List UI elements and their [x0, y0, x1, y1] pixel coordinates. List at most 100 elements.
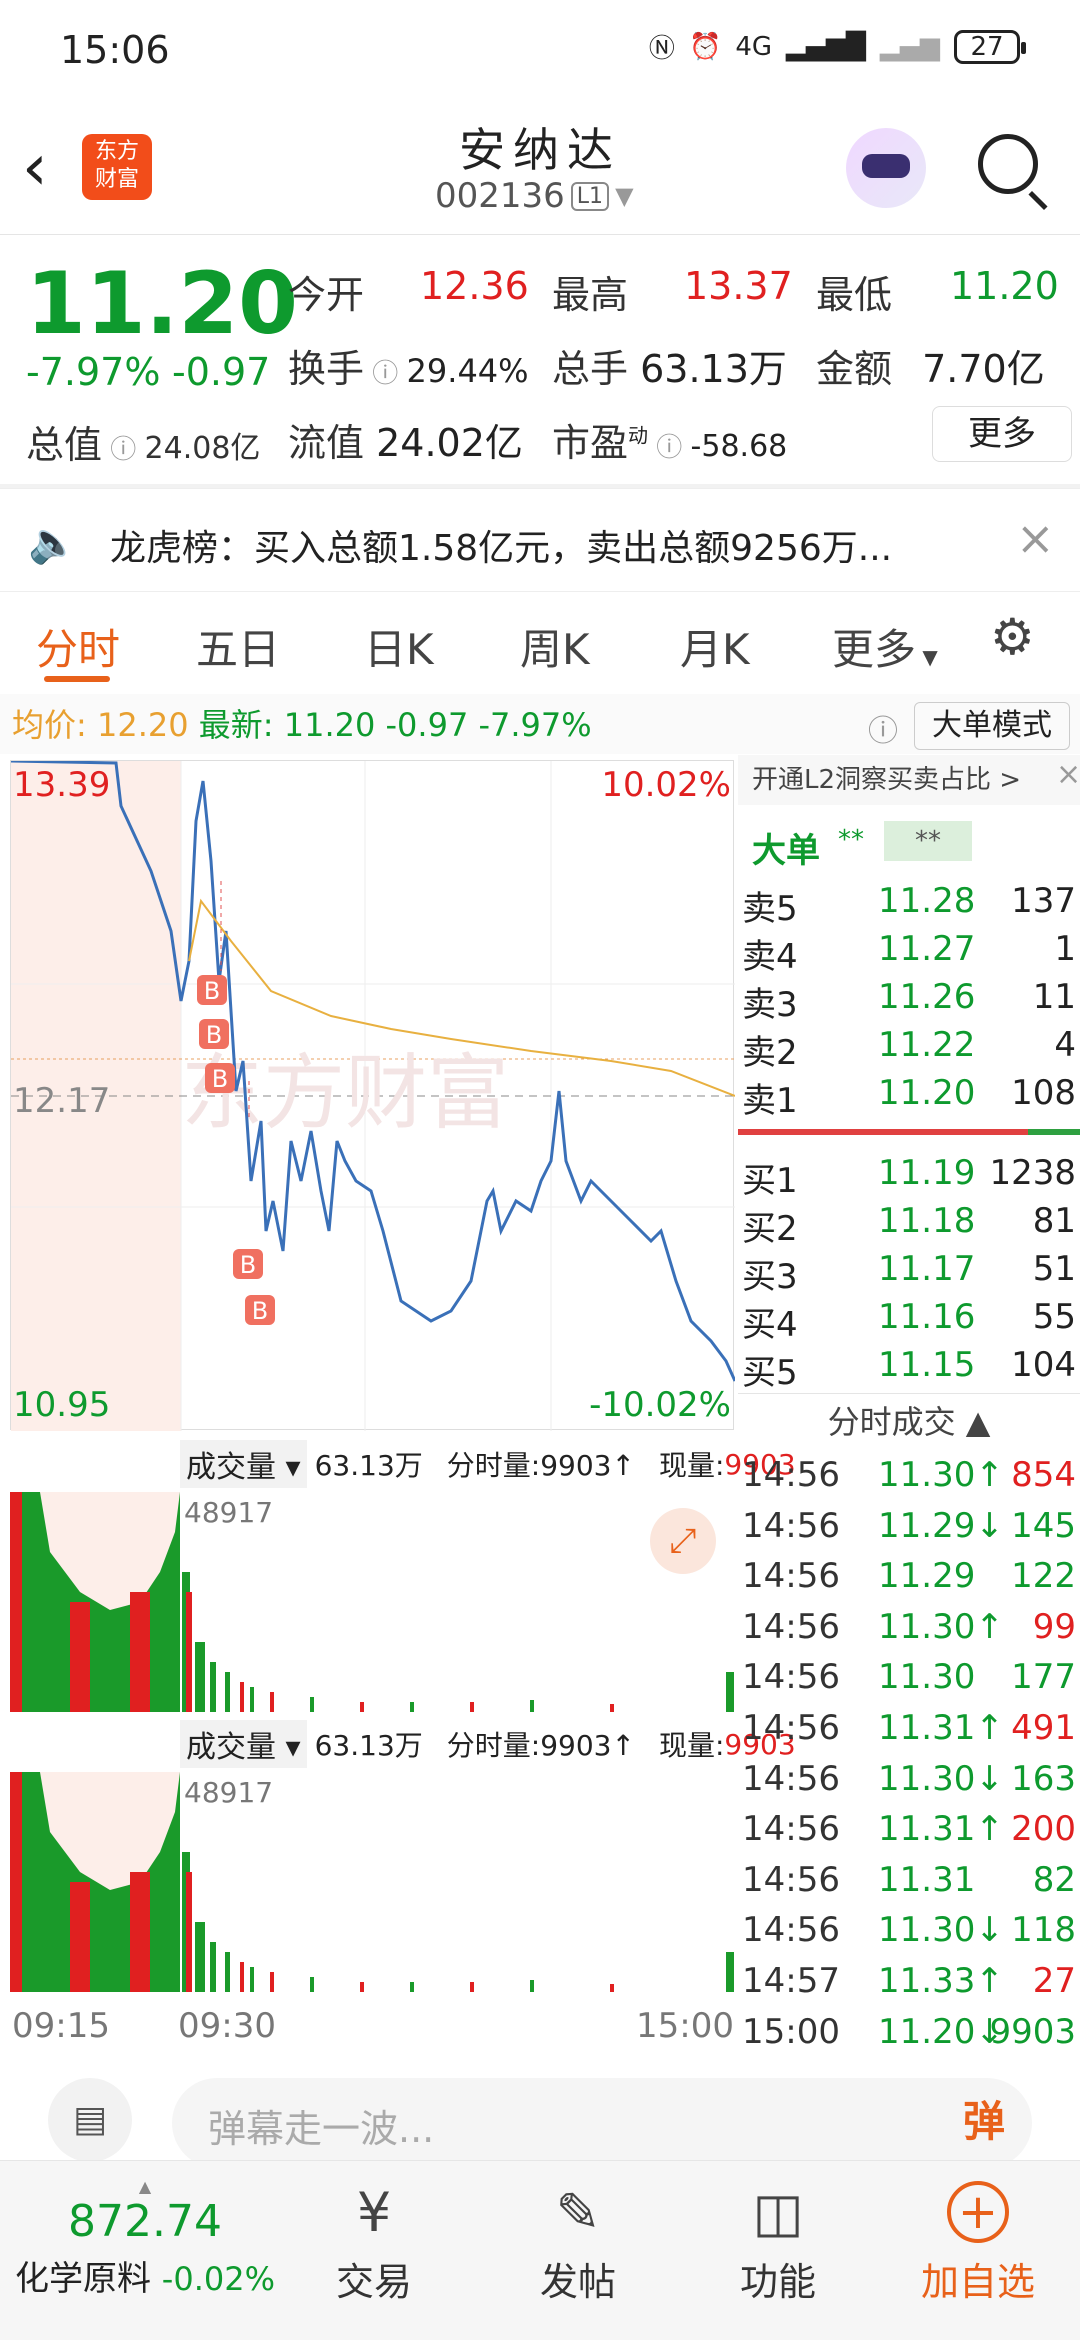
more-button[interactable]: 更多: [932, 406, 1072, 462]
stock-code-selector[interactable]: 002136 L1 ▼: [435, 176, 634, 216]
trade-time: 14:56: [742, 1910, 840, 1951]
svg-text:B: B: [252, 1297, 268, 1325]
volume-total: 63.13万: [314, 1449, 423, 1482]
svg-text:B: B: [212, 1065, 228, 1093]
trade-volume: 27: [1032, 1961, 1076, 2001]
volume-now-label: 现量:: [658, 1729, 725, 1762]
index-widget[interactable]: ▲ 872.74 化学原料 -0.02%: [0, 2177, 290, 2300]
ask-row-5: 卖5 11.28 137: [742, 881, 1076, 929]
trade-time: 14:56: [742, 1708, 840, 1748]
ask-row-2: 卖2 11.22 4: [742, 1025, 1076, 1073]
trade-volume: 854: [1011, 1455, 1076, 1495]
volume-now-label: 现量:: [658, 1449, 725, 1482]
tab-month-k[interactable]: 月K: [680, 616, 750, 677]
buy-marker[interactable]: B: [205, 1063, 235, 1093]
bottom-nav: ▲ 872.74 化学原料 -0.02% ¥ 交易 ✎ 发帖 ◫ 功能 + 加自…: [0, 2160, 1080, 2340]
bid-row-4: 买4 11.16 55: [742, 1297, 1076, 1345]
trade-row: 14:56 11.29 122: [738, 1556, 1080, 1606]
volume-value: 63.13万: [640, 347, 787, 391]
bid-row-2: 买2 11.18 81: [742, 1201, 1076, 1249]
trade-volume: 9903: [989, 2011, 1076, 2052]
caret-up-icon: ▲: [138, 2177, 152, 2196]
nav-post[interactable]: ✎ 发帖: [508, 2181, 648, 2306]
search-icon[interactable]: [978, 134, 1048, 211]
tab-more[interactable]: 更多 ▼: [832, 616, 938, 677]
big-order-label: 大单: [752, 831, 820, 871]
volume-chart[interactable]: 48917 ⤢: [10, 1492, 734, 1712]
info-icon[interactable]: ⓘ: [648, 433, 691, 463]
banner-text: 龙虎榜：买入总额1.58亿元，卖出总额9256万...: [110, 528, 893, 569]
alarm-icon: ⏰: [688, 31, 722, 62]
latest-value: 11.20: [283, 706, 376, 744]
plus-circle-icon: +: [947, 2181, 1009, 2243]
amount-label: 金额: [816, 347, 893, 391]
nav-add-watchlist[interactable]: + 加自选: [908, 2181, 1048, 2306]
buy-marker[interactable]: B: [233, 1249, 263, 1279]
price-chart-svg: 东方财富 B B B B B: [10, 759, 737, 1431]
nav-function[interactable]: ◫ 功能: [708, 2181, 848, 2306]
status-icons: Ⓝ ⏰ 4G ▂▄▆█ ▂▄▆ 27: [649, 28, 1026, 65]
volume-peak: 48917: [184, 1776, 274, 1809]
trade-row: 14:57 11.33↑ 27: [738, 1961, 1080, 2011]
expand-icon[interactable]: ⤢: [650, 1508, 716, 1574]
robot-assistant-icon[interactable]: [846, 128, 926, 208]
tab-day-k[interactable]: 日K: [364, 616, 434, 677]
latest-pct: -7.97%: [478, 706, 592, 744]
volume-indicator-selector[interactable]: 成交量 ▾: [180, 1440, 307, 1488]
last-price: 11.20: [26, 254, 299, 354]
trade-price: 11.29↓: [878, 1505, 1004, 1546]
float-label: 流值: [288, 421, 365, 465]
big-order-value-1: **: [838, 825, 864, 855]
edit-icon: ✎: [555, 2181, 601, 2244]
tab-intraday[interactable]: 分时: [36, 616, 120, 677]
trade-time: 14:56: [742, 1505, 840, 1546]
trade-row: 14:56 11.31 82: [738, 1860, 1080, 1910]
volume-chart-2[interactable]: 48917: [10, 1772, 734, 1992]
high-label: 最高: [552, 273, 629, 317]
trade-volume: 145: [1011, 1505, 1076, 1546]
change-pct: -7.97%: [26, 350, 161, 394]
close-icon[interactable]: ×: [1056, 757, 1080, 792]
nav-trade[interactable]: ¥ 交易: [304, 2181, 444, 2306]
trade-volume: 82: [1032, 1859, 1076, 1900]
bid-row-3: 买3 11.17 51: [742, 1249, 1076, 1297]
speaker-icon: 🔈: [28, 520, 78, 566]
danmu-button[interactable]: 弹: [948, 2086, 1020, 2158]
trade-time: 15:00: [742, 2011, 840, 2052]
mktcap-value: 24.08亿: [144, 431, 261, 466]
divider: [0, 234, 1080, 235]
svg-text:B: B: [204, 977, 220, 1005]
trade-volume: 177: [1011, 1657, 1076, 1698]
trades-header[interactable]: 分时成交 ▲: [738, 1395, 1080, 1449]
price-bot-label: 10.95: [13, 1385, 111, 1425]
big-order-mode-button[interactable]: 大单模式: [914, 702, 1070, 750]
l2-promo[interactable]: 开通L2洞察买卖占比 >: [738, 755, 1080, 805]
latest-label: 最新:: [198, 706, 274, 744]
chevron-down-icon: ▼: [615, 182, 634, 210]
settings-icon[interactable]: ⚙: [990, 608, 1035, 666]
danmu-input[interactable]: 弹幕走一波...: [172, 2078, 1032, 2168]
chevron-down-icon: ▼: [916, 645, 938, 669]
info-icon[interactable]: ⓘ: [102, 435, 145, 465]
info-icon[interactable]: ⓘ: [364, 359, 407, 389]
comment-list-icon[interactable]: ▤: [48, 2078, 132, 2162]
intraday-chart[interactable]: 东方财富 B B B B B 13.39 12.17 10.95 10.02% …: [10, 759, 737, 1431]
trade-price: 11.30↑: [878, 1606, 1004, 1647]
help-icon[interactable]: ⓘ: [868, 706, 898, 750]
trade-volume: 163: [1011, 1758, 1076, 1799]
dragon-tiger-banner[interactable]: 🔈 龙虎榜：买入总额1.58亿元，卖出总额9256万... ×: [0, 488, 1080, 592]
volume-header-2: 成交量 ▾ 63.13万 分时量:9903↑ 现量: 9903: [180, 1720, 796, 1768]
volume-indicator-selector-2[interactable]: 成交量 ▾: [180, 1720, 307, 1768]
close-icon[interactable]: ×: [1016, 511, 1055, 565]
trade-price: 11.30↑: [878, 1455, 1004, 1495]
buy-marker[interactable]: B: [199, 1019, 229, 1049]
tab-5day[interactable]: 五日: [196, 616, 280, 677]
pe-sup: 动: [628, 423, 649, 448]
trade-time: 14:56: [742, 1758, 840, 1799]
volume-per-min: 分时量:9903↑: [446, 1729, 635, 1762]
price-mid-label: 12.17: [13, 1081, 111, 1121]
buy-marker[interactable]: B: [197, 975, 227, 1005]
turnover-label: 换手: [288, 347, 365, 391]
buy-marker[interactable]: B: [245, 1295, 275, 1325]
tab-week-k[interactable]: 周K: [520, 616, 590, 677]
